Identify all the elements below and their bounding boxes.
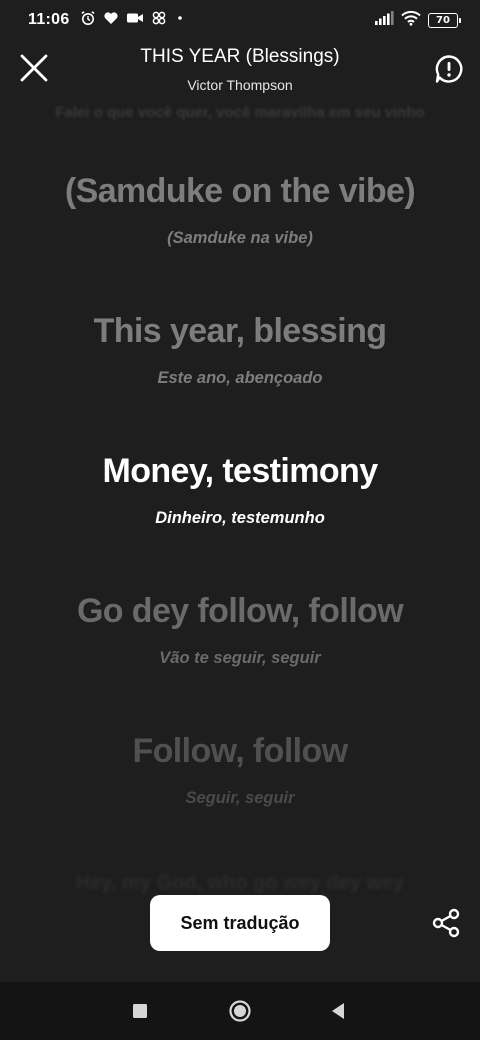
lyric-item[interactable]: Go dey follow, follow Vão te seguir, seg… — [0, 592, 480, 668]
lyric-translation: (Samduke na vibe) — [167, 229, 313, 247]
battery-icon: 70 — [428, 12, 461, 28]
lyric-line: Go dey follow, follow — [76, 592, 404, 630]
dot-icon — [174, 10, 186, 31]
lyric-translation: Este ano, abençoado — [157, 369, 323, 387]
lyric-item-current[interactable]: Money, testimony Dinheiro, testemunho — [0, 452, 480, 528]
back-icon — [332, 1003, 344, 1019]
back-button[interactable] — [323, 996, 353, 1026]
alarm-icon — [80, 10, 96, 31]
recents-button[interactable] — [125, 996, 155, 1026]
lyrics-list[interactable]: (Samduke on the vibe) (Samduke na vibe) … — [0, 100, 480, 890]
home-icon — [229, 1000, 251, 1022]
song-artist: Victor Thompson — [187, 77, 293, 93]
system-icons: 70 — [374, 10, 461, 31]
wifi-icon — [401, 10, 421, 31]
lyrics-header: THIS YEAR (Blessings) Victor Thompson — [0, 40, 480, 100]
lyric-line: This year, blessing — [93, 312, 387, 350]
recents-icon — [133, 1004, 147, 1018]
close-icon — [20, 54, 48, 82]
lyric-item[interactable]: This year, blessing Este ano, abençoado — [0, 312, 480, 388]
video-icon — [126, 10, 144, 31]
lyric-item[interactable]: Follow, follow Seguir, seguir — [0, 732, 480, 808]
lyric-item[interactable]: (Samduke on the vibe) (Samduke na vibe) — [0, 172, 480, 248]
status-bar: 11:06 70 — [0, 0, 480, 40]
faint-next-line: Hey, my God, who go wey dey wey — [75, 872, 405, 894]
heart-icon — [103, 10, 119, 31]
lyric-translation: Vão te seguir, seguir — [159, 649, 321, 667]
song-title: THIS YEAR (Blessings) — [140, 46, 340, 67]
signal-icon — [374, 10, 394, 31]
share-button[interactable] — [426, 903, 466, 943]
notification-icons — [80, 10, 186, 31]
translation-toggle-button[interactable]: Sem tradução — [150, 895, 330, 951]
lyric-line-current: Money, testimony — [102, 452, 378, 490]
lyric-translation: Seguir, seguir — [185, 789, 295, 807]
report-button[interactable] — [430, 50, 468, 88]
app-icon — [151, 10, 167, 31]
lyric-line: Follow, follow — [132, 732, 348, 770]
home-button[interactable] — [225, 996, 255, 1026]
system-nav-bar — [0, 982, 480, 1040]
lyric-translation-current: Dinheiro, testemunho — [155, 509, 325, 527]
close-button[interactable] — [14, 48, 54, 88]
status-time: 11:06 — [28, 11, 70, 28]
share-icon — [432, 908, 460, 938]
lyric-line: (Samduke on the vibe) — [64, 172, 416, 210]
battery-level: 70 — [436, 14, 450, 26]
report-icon — [435, 55, 463, 83]
